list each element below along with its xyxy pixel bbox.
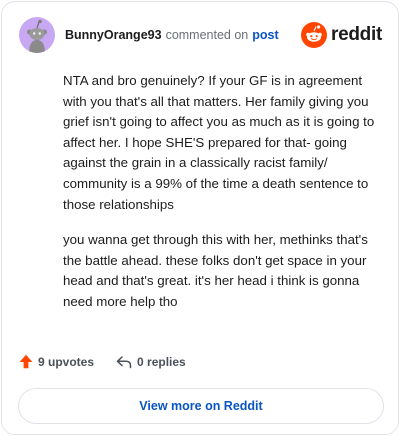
avatar[interactable]: [19, 17, 55, 53]
comment-paragraph-2: you wanna get through this with her, met…: [63, 232, 368, 309]
upvote-button[interactable]: 9 upvotes: [19, 354, 94, 369]
username[interactable]: BunnyOrange93: [65, 27, 162, 43]
upvote-count: 9 upvotes: [38, 354, 95, 369]
snoo-avatar-icon: [26, 19, 48, 53]
comment-footer: 9 upvotes 0 replies: [19, 354, 186, 369]
view-more-button[interactable]: View more on Reddit: [18, 388, 384, 424]
reply-button[interactable]: 0 replies: [116, 355, 186, 369]
upvote-arrow-icon: [19, 354, 33, 369]
reddit-logo-icon: [301, 22, 328, 48]
comment-action-text: commented on: [165, 28, 249, 42]
reddit-brand[interactable]: reddit: [301, 22, 382, 48]
comment-paragraph-1: NTA and bro genuinely? If your GF is in …: [63, 73, 375, 212]
reply-arrow-icon: [116, 355, 132, 368]
reply-count: 0 replies: [137, 354, 186, 369]
comment-meta: BunnyOrange93 commented on post: [65, 27, 279, 43]
comment-card: BunnyOrange93 commented on post reddit N…: [1, 1, 399, 435]
post-link[interactable]: post: [252, 27, 278, 43]
comment-body: NTA and bro genuinely? If your GF is in …: [63, 71, 381, 328]
comment-header: BunnyOrange93 commented on post reddit: [19, 17, 382, 53]
reddit-wordmark: reddit: [331, 24, 382, 45]
